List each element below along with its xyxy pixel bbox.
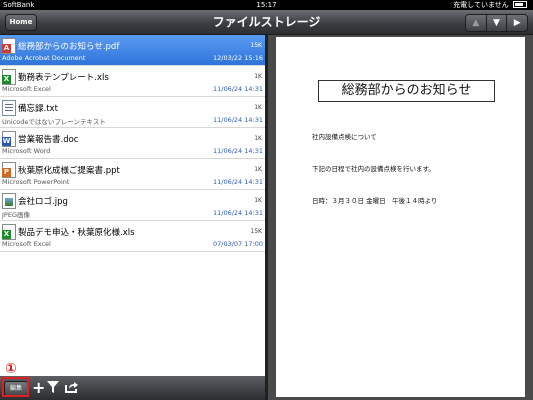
document-page: 総務部からのお知らせ 社内設備点検について 下記の日程で社内の設備点検を行います… xyxy=(276,37,525,397)
filter-icon[interactable] xyxy=(47,380,59,398)
file-name: 総務部からのお知らせ.pdf xyxy=(18,42,120,52)
file-size: 1K xyxy=(254,104,262,111)
file-app: JPEG画像 xyxy=(2,211,30,219)
document-line: 日時：３月３０日 金曜日 午後１４時より xyxy=(312,197,438,205)
navigation-bar: Home ファイルストレージ ▲ ▼ ▶ xyxy=(0,10,533,35)
file-app: Microsoft Excel xyxy=(2,85,51,93)
file-size: 1K xyxy=(254,135,262,142)
image-file-icon xyxy=(2,193,16,209)
excel-file-icon: X xyxy=(2,224,16,240)
edit-button-highlight xyxy=(2,377,29,397)
file-app: Microsoft PowerPoint xyxy=(2,178,70,186)
pager-controls: ▲ ▼ ▶ xyxy=(465,14,528,32)
file-date: 11/06/24 14:31 xyxy=(213,116,263,124)
file-row-txt[interactable]: 備忘録.txt Unicodeではないプレーンテキスト 1K 11/06/24 … xyxy=(0,97,265,128)
file-row-ppt[interactable]: P 秋葉原化成様ご提案書.ppt Microsoft PowerPoint 1K… xyxy=(0,159,265,190)
pdf-file-icon: A xyxy=(2,38,16,54)
file-size: 1K xyxy=(254,166,262,173)
file-row-pdf[interactable]: A 総務部からのお知らせ.pdf Adobe Acrobat Document … xyxy=(0,35,265,66)
document-title: 総務部からのお知らせ xyxy=(318,80,495,102)
file-row-doc[interactable]: W 営業報告書.doc Microsoft Word 1K 11/06/24 1… xyxy=(0,128,265,159)
word-file-icon: W xyxy=(2,131,16,147)
document-line: 社内設備点検について xyxy=(312,133,377,141)
next-down-icon[interactable]: ▼ xyxy=(486,15,508,31)
file-size: 15K xyxy=(250,228,262,235)
file-name: 製品デモ申込・秋葉原化様.xls xyxy=(18,228,135,238)
file-name: 備忘録.txt xyxy=(18,104,58,114)
file-app: Microsoft Excel xyxy=(2,240,51,248)
annotation-marker: ① xyxy=(5,361,17,377)
add-icon[interactable]: + xyxy=(32,380,45,396)
file-size: 1K xyxy=(254,73,262,80)
file-row-xls-demo[interactable]: X 製品デモ申込・秋葉原化様.xls Microsoft Excel 15K 0… xyxy=(0,221,265,252)
powerpoint-file-icon: P xyxy=(2,162,16,178)
page-title: ファイルストレージ xyxy=(212,15,321,29)
file-size: 15K xyxy=(250,42,262,49)
file-row-xls-timesheet[interactable]: X 勤務表テンプレート.xls Microsoft Excel 1K 11/06… xyxy=(0,66,265,97)
export-icon[interactable] xyxy=(64,380,78,398)
file-date: 11/06/24 14:31 xyxy=(213,85,263,93)
file-size: 1K xyxy=(254,197,262,204)
battery-text: 充電していません xyxy=(453,1,509,9)
play-right-icon[interactable]: ▶ xyxy=(507,15,527,31)
file-name: 営業報告書.doc xyxy=(18,135,79,145)
file-date: 11/06/24 14:31 xyxy=(213,178,263,186)
document-line: 下記の日程で社内の設備点検を行います。 xyxy=(312,165,435,173)
status-bar: SoftBank 15:17 充電していません xyxy=(0,0,533,10)
file-date: 12/03/22 15:16 xyxy=(213,54,263,62)
excel-file-icon: X xyxy=(2,69,16,85)
file-app: Adobe Acrobat Document xyxy=(2,54,86,62)
file-date: 11/06/24 14:31 xyxy=(213,209,263,217)
preview-pane: 総務部からのお知らせ 社内設備点検について 下記の日程で社内の設備点検を行います… xyxy=(268,35,533,400)
file-name: 秋葉原化成様ご提案書.ppt xyxy=(18,166,120,176)
file-date: 07/03/07 17:00 xyxy=(213,240,263,248)
battery-icon xyxy=(513,1,527,8)
file-list: A 総務部からのお知らせ.pdf Adobe Acrobat Document … xyxy=(0,35,265,376)
battery-status: 充電していません xyxy=(453,0,527,10)
previous-up-icon[interactable]: ▲ xyxy=(466,15,487,31)
file-app: Unicodeではないプレーンテキスト xyxy=(2,118,106,126)
home-button[interactable]: Home xyxy=(5,14,37,31)
text-file-icon xyxy=(2,100,16,116)
file-name: 会社ロゴ.jpg xyxy=(18,197,68,207)
file-row-jpg[interactable]: 会社ロゴ.jpg JPEG画像 1K 11/06/24 14:31 xyxy=(0,190,265,221)
file-app: Microsoft Word xyxy=(2,147,51,155)
bottom-toolbar: 編集 + xyxy=(0,376,265,400)
file-date: 11/06/24 14:31 xyxy=(213,147,263,155)
file-name: 勤務表テンプレート.xls xyxy=(18,73,109,83)
